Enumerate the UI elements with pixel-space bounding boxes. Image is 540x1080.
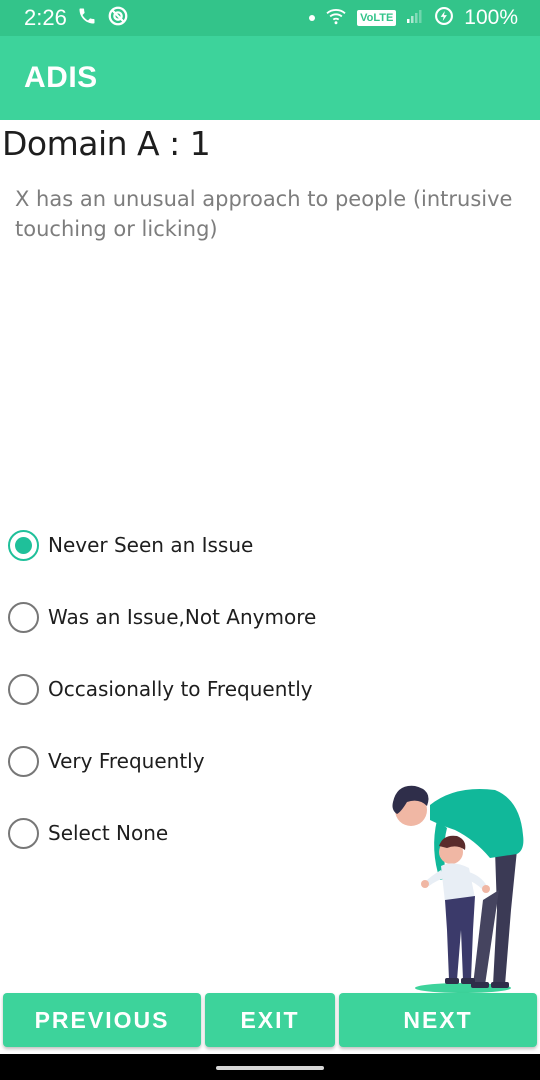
radio-unselected-icon[interactable] (8, 745, 39, 777)
status-bar: 2:26 VoLTE 100% (0, 0, 540, 36)
domain-title: Domain A : 1 (2, 124, 211, 163)
system-navigation-bar (0, 1054, 540, 1080)
radio-unselected-icon[interactable] (8, 673, 39, 705)
radio-dot (15, 536, 32, 554)
phone-icon (77, 6, 97, 31)
option-never-seen[interactable]: Never Seen an Issue (8, 524, 368, 566)
radio-unselected-icon[interactable] (8, 601, 39, 633)
radio-selected-icon[interactable] (8, 529, 39, 561)
option-occasionally[interactable]: Occasionally to Frequently (8, 668, 368, 710)
wifi-icon (325, 7, 347, 30)
option-label: Very Frequently (48, 749, 205, 773)
battery-level: 100% (464, 6, 518, 29)
status-left: 2:26 (24, 5, 129, 32)
volte-badge: VoLTE (357, 10, 397, 26)
data-saver-icon (434, 6, 454, 31)
status-time: 2:26 (24, 5, 67, 30)
option-select-none[interactable]: Select None (8, 812, 368, 854)
bottom-button-bar: PREVIOUS EXIT NEXT (0, 992, 540, 1050)
question-text: X has an unusual approach to people (int… (15, 187, 513, 241)
app-title: ADIS (24, 61, 98, 94)
dot-icon (309, 15, 316, 21)
option-label: Was an Issue,Not Anymore (48, 605, 317, 629)
exit-button[interactable]: EXIT (205, 993, 335, 1047)
next-button[interactable]: NEXT (339, 993, 537, 1047)
option-label: Select None (48, 821, 169, 845)
parent-child-illustration (385, 780, 530, 995)
signal-icon (406, 8, 424, 29)
vpn-icon (107, 5, 129, 32)
option-label: Never Seen an Issue (48, 533, 254, 557)
home-handle[interactable] (216, 1066, 324, 1070)
radio-unselected-icon[interactable] (8, 817, 39, 849)
previous-button[interactable]: PREVIOUS (3, 993, 201, 1047)
option-label: Occasionally to Frequently (48, 677, 313, 701)
status-right: VoLTE 100% (309, 6, 518, 31)
app-bar: ADIS (0, 36, 540, 120)
option-very-frequently[interactable]: Very Frequently (8, 740, 368, 782)
option-not-anymore[interactable]: Was an Issue,Not Anymore (8, 596, 368, 638)
